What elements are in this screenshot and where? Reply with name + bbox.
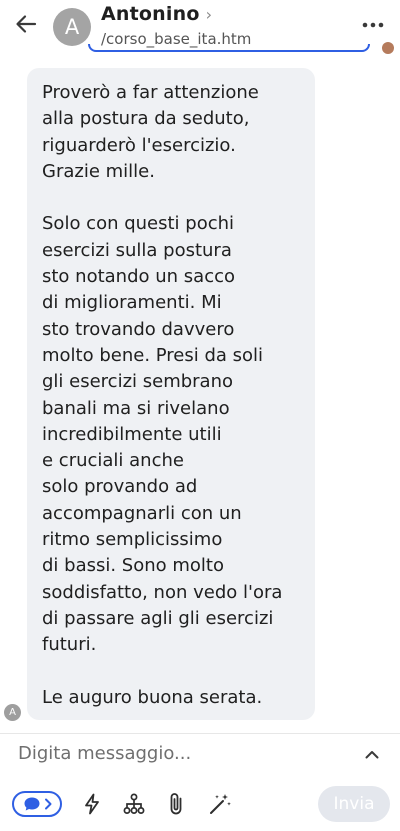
message-bubble: Proverò a far attenzione alla postura da …: [27, 68, 315, 720]
message-text-line: Solo con questi pochi: [42, 213, 235, 235]
contact-name[interactable]: Antonino: [101, 3, 200, 25]
magic-wand-icon[interactable]: [208, 792, 232, 816]
message-text-line: di passare agli gli esercizi: [42, 607, 274, 629]
chevron-right-icon: ›: [205, 4, 212, 24]
participant-mini-avatar: [382, 42, 394, 54]
chat-bubble-icon: [23, 796, 41, 812]
message-text-line: banali ma si rivelano: [42, 397, 230, 419]
message-text-line: alla postura da seduto,: [42, 108, 250, 130]
chevron-right-icon: [44, 798, 52, 810]
message-text-line: esercizi sulla postura: [42, 239, 232, 261]
lightning-icon[interactable]: [80, 792, 104, 816]
message-text-line: Le auguro buona serata.: [42, 686, 263, 708]
back-arrow-icon[interactable]: [12, 10, 40, 38]
chevron-up-icon[interactable]: [362, 744, 382, 764]
send-button[interactable]: Invia: [318, 786, 390, 822]
message-text-line: riguarderò l'esercizio.: [42, 134, 236, 156]
paperclip-icon[interactable]: [164, 792, 188, 816]
message-text-line: sto notando un sacco: [42, 266, 235, 288]
message-text-line: Proverò a far attenzione: [42, 82, 259, 103]
message-text-line: solo provando ad: [42, 476, 198, 498]
highlight-underline: [88, 44, 370, 52]
message-text-line: di miglioramenti. Mi: [42, 292, 222, 314]
more-options-icon[interactable]: [360, 12, 386, 38]
contact-name-row[interactable]: Antonino ›: [101, 3, 212, 25]
message-text-line: incredibilmente utili: [42, 423, 222, 445]
message-text-line: Grazie mille.: [42, 160, 155, 182]
composer-toolbar: Invia: [0, 786, 400, 822]
sender-avatar: A: [4, 704, 21, 721]
message-text-line: ritmo semplicissimo: [42, 529, 223, 551]
chat-mode-toggle[interactable]: [12, 791, 62, 817]
contact-avatar[interactable]: A: [53, 8, 91, 46]
message-input[interactable]: Digita messaggio...: [18, 743, 338, 764]
message-text-line: gli esercizi sembrano: [42, 371, 234, 393]
message-text-line: e cruciali anche: [42, 450, 184, 472]
message-text-line: di bassi. Sono molto: [42, 555, 225, 577]
composer-divider: [0, 733, 400, 734]
message-text-line: sto trovando davvero: [42, 318, 235, 340]
message-text-line: soddisfatto, non vedo l'ora: [42, 581, 283, 603]
hierarchy-icon[interactable]: [122, 792, 146, 816]
message-text-line: futuri.: [42, 634, 97, 656]
message-text-line: accompagnarli con un: [42, 502, 242, 524]
message-text-line: molto bene. Presi da soli: [42, 344, 264, 366]
chat-header: A Antonino › /corso_base_ita.htm: [0, 0, 400, 56]
